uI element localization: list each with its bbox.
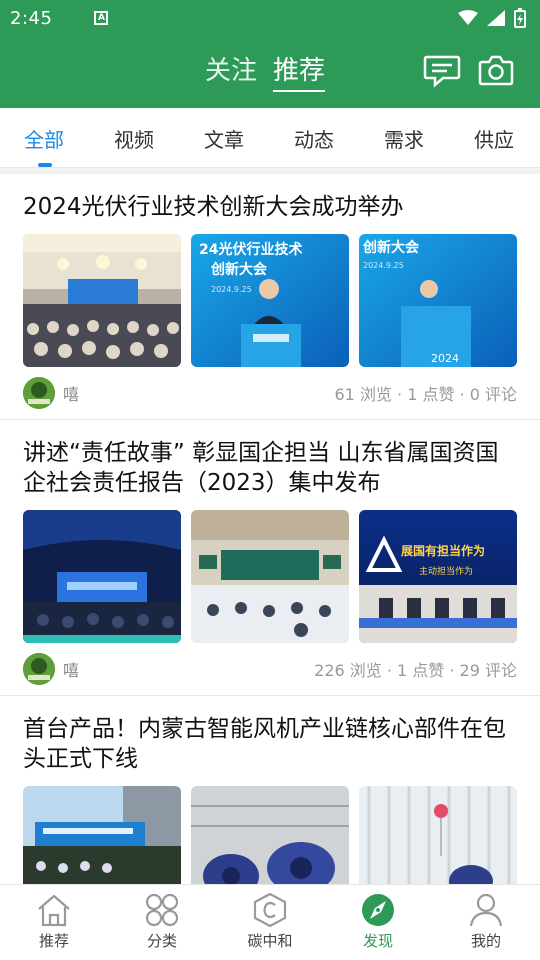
article-images: 展国有担当作为 主动担当作为 (23, 510, 517, 643)
article-stats: 226 浏览 · 1 点赞 · 29 评论 (314, 661, 517, 680)
article-title[interactable]: 2024光伏行业技术创新大会成功举办 (23, 174, 517, 234)
home-icon (38, 894, 70, 927)
bottom-tab-carbon[interactable]: 碳中和 (216, 885, 324, 960)
article-image[interactable] (191, 786, 349, 884)
banner-text: 创新大会 (210, 261, 268, 278)
category-active-indicator (38, 163, 52, 167)
tab-label: 分类 (146, 932, 177, 950)
banner-text: 主动担当作为 (419, 565, 473, 577)
carbon-icon (253, 893, 287, 927)
avatar[interactable] (23, 653, 55, 685)
tab-label: 我的 (470, 932, 501, 950)
category-tab-all[interactable]: 全部 (24, 124, 64, 153)
compass-icon (362, 894, 394, 926)
category-tab-article[interactable]: 文章 (204, 124, 244, 153)
bottom-tab-recommend[interactable]: 推荐 (0, 885, 108, 960)
banner-year: 2024 (431, 352, 459, 365)
article-stats: 61 浏览 · 1 点赞 · 0 评论 (334, 385, 518, 404)
bottom-tab-category[interactable]: 分类 (108, 885, 216, 960)
article-image[interactable] (191, 510, 349, 643)
bottom-tab-discover[interactable]: 发现 (324, 885, 432, 960)
article-image[interactable] (23, 510, 181, 643)
article-title[interactable]: 讲述“责任故事” 彰显国企担当 山东省属国资国企社会责任报告（2023）集中发布 (23, 420, 517, 510)
article-feed[interactable]: 2024光伏行业技术创新大会成功举办 24光伏行业技术 创新大会 2024.9.… (0, 168, 540, 884)
notification-a-icon: A (94, 11, 109, 25)
status-bar: 2:45 A (0, 0, 540, 36)
author-name[interactable]: 嘻 (63, 381, 79, 405)
tab-label: 发现 (362, 932, 393, 950)
user-icon (469, 893, 503, 927)
camera-icon[interactable] (478, 54, 514, 86)
banner-date: 2024.9.25 (211, 285, 252, 294)
tab-follow[interactable]: 关注 (205, 50, 257, 87)
article-title[interactable]: 首台产品！内蒙古智能风机产业链核心部件在包头正式下线 (23, 696, 517, 786)
grid-icon (145, 893, 179, 927)
battery-icon (514, 8, 526, 28)
banner-text: 24光伏行业技术 (199, 241, 302, 258)
bottom-tab-mine[interactable]: 我的 (432, 885, 540, 960)
article-image[interactable] (23, 234, 181, 367)
banner-text: 创新大会 (362, 239, 420, 256)
author-name[interactable]: 嘻 (63, 657, 79, 681)
tab-recommend[interactable]: 推荐 (273, 50, 326, 92)
category-tab-bar: 全部 视频 文章 动态 需求 供应 (0, 108, 540, 168)
banner-date: 2024.9.25 (363, 261, 404, 270)
message-icon[interactable] (423, 54, 461, 88)
app-header: 关注 推荐 (0, 36, 540, 108)
status-icons (458, 8, 526, 28)
category-tab-supply[interactable]: 供应 (474, 124, 514, 153)
article-image[interactable]: 展国有担当作为 主动担当作为 (359, 510, 517, 643)
article-image[interactable] (23, 786, 181, 884)
wifi-icon (458, 10, 478, 25)
article-images (23, 786, 517, 884)
article-card[interactable]: 首台产品！内蒙古智能风机产业链核心部件在包头正式下线 (0, 696, 540, 884)
tab-label: 推荐 (38, 932, 69, 950)
article-image[interactable]: 24光伏行业技术 创新大会 2024.9.25 (191, 234, 349, 367)
tab-label: 碳中和 (247, 932, 293, 950)
category-tab-updates[interactable]: 动态 (294, 124, 334, 153)
article-image[interactable]: 创新大会 2024.9.25 2024 (359, 234, 517, 367)
article-image[interactable] (359, 786, 517, 884)
article-meta: 嘻 226 浏览 · 1 点赞 · 29 评论 (23, 643, 517, 695)
bottom-tab-bar: 推荐 分类 碳中和 发现 我的 (0, 884, 540, 960)
article-meta: 嘻 61 浏览 · 1 点赞 · 0 评论 (23, 367, 517, 419)
status-time: 2:45 (10, 7, 53, 29)
article-images: 24光伏行业技术 创新大会 2024.9.25 创新大会 2024.9.25 2… (23, 234, 517, 367)
category-tab-video[interactable]: 视频 (114, 124, 154, 153)
article-card[interactable]: 2024光伏行业技术创新大会成功举办 24光伏行业技术 创新大会 2024.9.… (0, 174, 540, 420)
article-card[interactable]: 讲述“责任故事” 彰显国企担当 山东省属国资国企社会责任报告（2023）集中发布 (0, 420, 540, 696)
category-tab-demand[interactable]: 需求 (384, 124, 424, 153)
avatar[interactable] (23, 377, 55, 409)
banner-text: 展国有担当作为 (401, 543, 485, 558)
signal-icon (487, 10, 505, 26)
